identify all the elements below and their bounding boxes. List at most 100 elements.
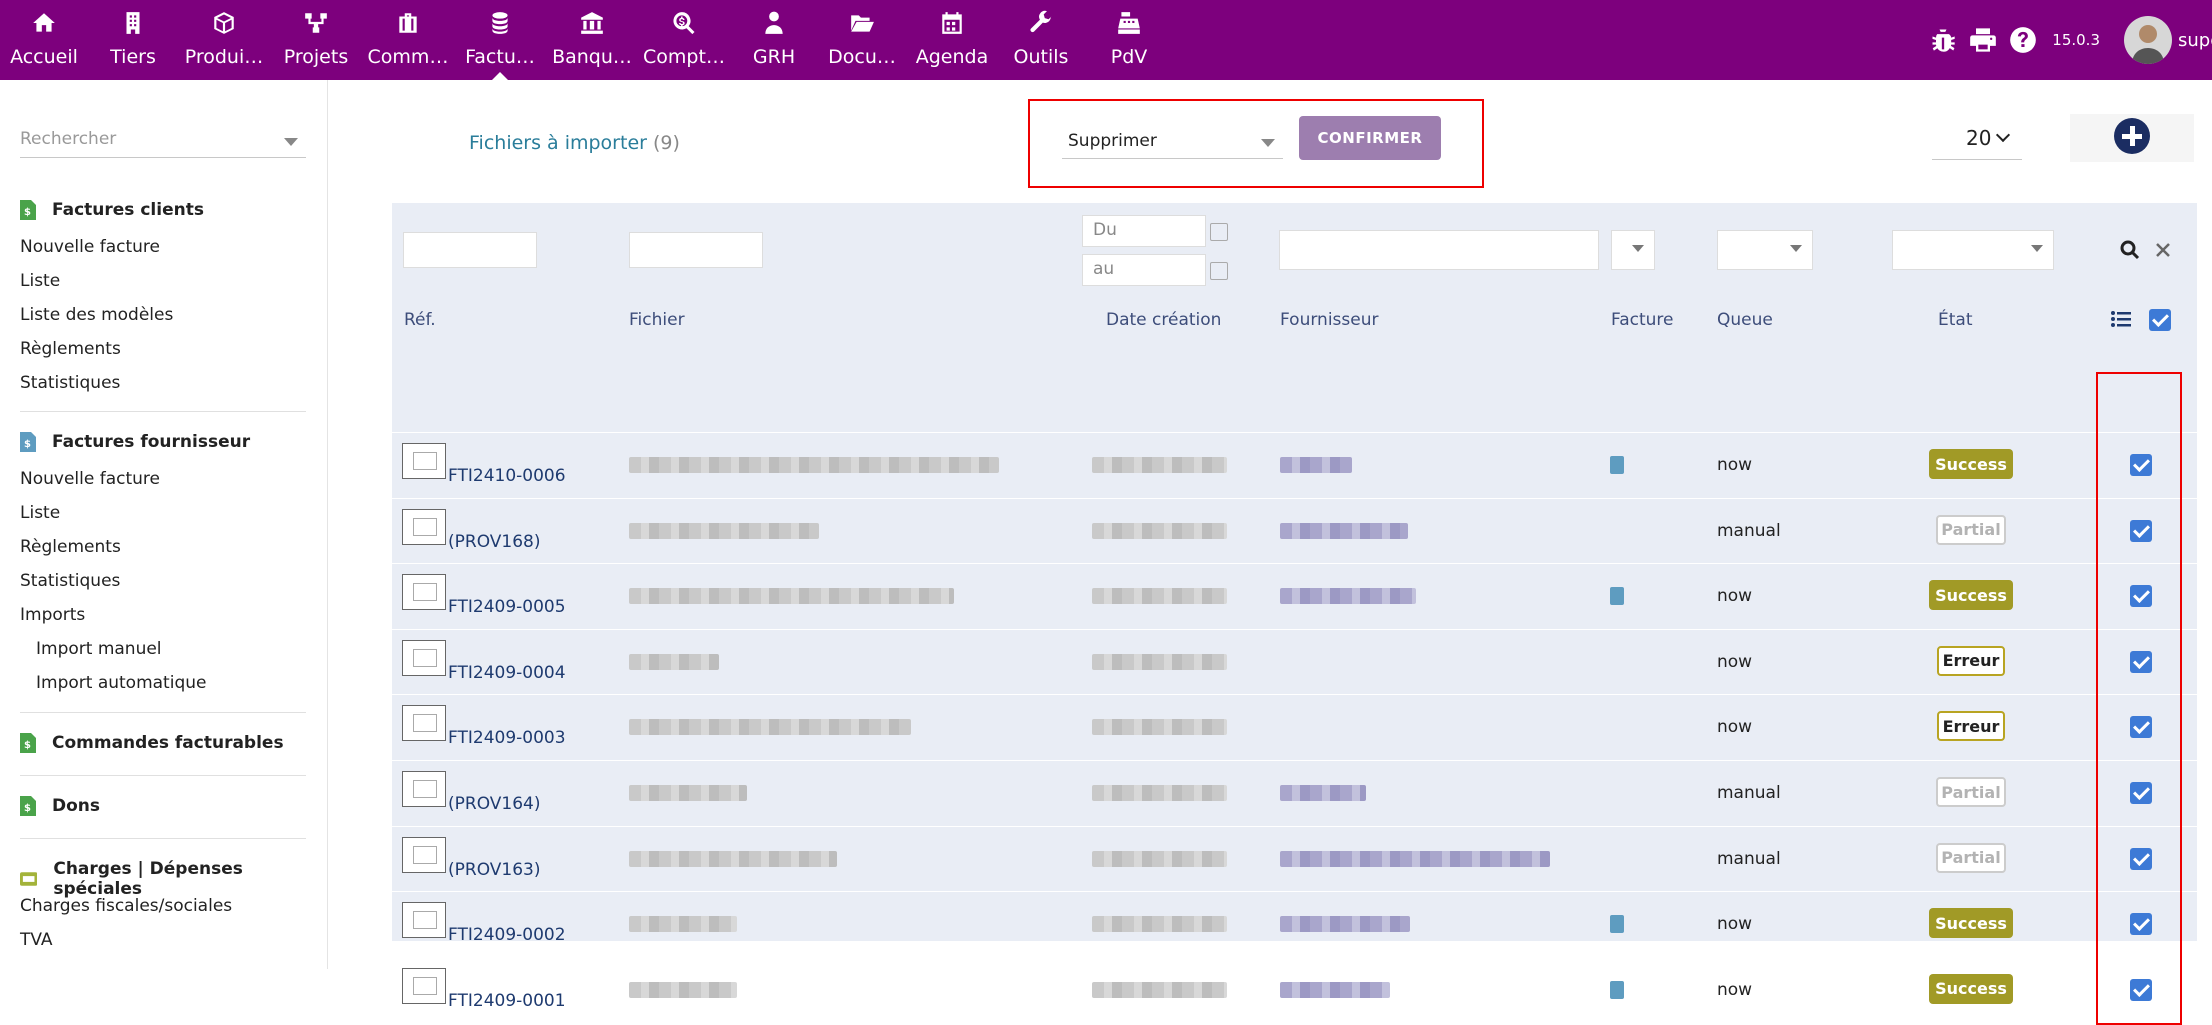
header-invoice[interactable]: Facture xyxy=(1611,310,1674,330)
close-icon[interactable] xyxy=(2156,243,2170,257)
header-state[interactable]: État xyxy=(1938,310,1973,330)
sidebar-item-liste-modeles[interactable]: Liste des modèles xyxy=(20,305,173,325)
sidebar-item-reglements-fournisseur[interactable]: Règlements xyxy=(20,537,121,557)
select-all-checkbox[interactable] xyxy=(2149,309,2171,331)
menu-item-banque[interactable]: Banqu… xyxy=(546,0,638,80)
header-file[interactable]: Fichier xyxy=(629,310,685,330)
menu-item-compta[interactable]: Compt… xyxy=(638,0,730,80)
invoice-icon[interactable] xyxy=(1610,980,1624,999)
document-thumbnail[interactable] xyxy=(402,902,446,939)
document-thumbnail[interactable] xyxy=(402,771,446,807)
filter-ref-input[interactable] xyxy=(403,232,537,268)
document-thumbnail[interactable] xyxy=(402,443,446,479)
table-row: FTI2409-0004 now Erreur xyxy=(392,628,2197,693)
status-badge: Partial xyxy=(1936,514,2006,545)
menu-label: Factu… xyxy=(465,46,535,68)
list-icon[interactable] xyxy=(2111,310,2131,328)
document-thumbnail[interactable] xyxy=(402,508,446,545)
sidebar-item-statistiques-fournisseur[interactable]: Statistiques xyxy=(20,571,120,591)
date-blurred xyxy=(1092,653,1227,670)
row-ref-link[interactable]: FTI2409-0002 xyxy=(448,925,566,945)
mass-action-select[interactable]: Supprimer xyxy=(1062,127,1283,159)
row-ref-link[interactable]: FTI2409-0001 xyxy=(448,991,566,1011)
row-ref-link[interactable]: FTI2409-0005 xyxy=(448,597,566,617)
sidebar-section-factures-clients[interactable]: $ Factures clients xyxy=(20,200,204,220)
row-ref-link[interactable]: FTI2410-0006 xyxy=(448,466,566,486)
sidebar-item-imports[interactable]: Imports xyxy=(20,605,85,625)
menu-item-tiers[interactable]: Tiers xyxy=(88,0,178,80)
filter-supplier-input[interactable] xyxy=(1279,230,1599,270)
header-queue[interactable]: Queue xyxy=(1717,310,1773,330)
date-blurred xyxy=(1092,457,1227,473)
row-ref-link[interactable]: (PROV164) xyxy=(448,794,541,814)
avatar[interactable] xyxy=(2124,16,2172,64)
bug-icon[interactable] xyxy=(1928,25,1958,55)
row-queue: manual xyxy=(1717,848,1781,869)
header-supplier[interactable]: Fournisseur xyxy=(1280,310,1378,330)
row-ref-link[interactable]: FTI2409-0003 xyxy=(448,728,566,748)
menu-item-documents[interactable]: Docu… xyxy=(818,0,906,80)
menu-item-grh[interactable]: GRH xyxy=(730,0,818,80)
header-ref[interactable]: Réf. xyxy=(404,310,436,330)
row-ref-link[interactable]: (PROV168) xyxy=(448,532,541,552)
help-icon[interactable] xyxy=(2008,25,2038,55)
menu-item-projets[interactable]: Projets xyxy=(270,0,362,80)
filter-date-from-input[interactable]: Du xyxy=(1082,215,1206,247)
document-thumbnail[interactable] xyxy=(402,639,446,676)
invoice-icon[interactable] xyxy=(1610,587,1624,606)
filter-state-select[interactable] xyxy=(1892,230,2054,270)
document-thumbnail[interactable] xyxy=(402,705,446,742)
username[interactable]: supe xyxy=(2178,30,2212,51)
document-thumbnail[interactable] xyxy=(402,836,446,873)
document-thumbnail[interactable] xyxy=(402,574,446,611)
invoice-icon[interactable] xyxy=(1610,915,1624,934)
search-icon[interactable] xyxy=(2120,240,2140,260)
filter-invoice-select[interactable] xyxy=(1611,230,1655,270)
menu-item-accueil[interactable]: Accueil xyxy=(0,0,88,80)
add-icon[interactable] xyxy=(2114,118,2150,154)
menu-item-factures[interactable]: Factu… xyxy=(454,0,546,80)
search-placeholder: Rechercher xyxy=(20,129,117,149)
menu-item-outils[interactable]: Outils xyxy=(998,0,1084,80)
sidebar-item-liste-clients[interactable]: Liste xyxy=(20,271,60,291)
document-thumbnail[interactable] xyxy=(402,967,446,1004)
sidebar-section-title: Commandes facturables xyxy=(52,733,284,753)
sidebar-item-statistiques-clients[interactable]: Statistiques xyxy=(20,373,120,393)
sidebar-item-charges-fiscales[interactable]: Charges fiscales/sociales xyxy=(20,896,232,916)
sidebar-section-commandes-facturables[interactable]: $ Commandes facturables xyxy=(20,733,284,753)
header-date[interactable]: Date création xyxy=(1106,310,1221,330)
page-limit-select[interactable]: 20 xyxy=(1932,122,2022,160)
search-input[interactable]: Rechercher xyxy=(20,124,306,158)
row-ref-link[interactable]: (PROV163) xyxy=(448,860,541,880)
filter-file-input[interactable] xyxy=(629,232,763,268)
confirm-button[interactable]: CONFIRMER xyxy=(1299,116,1441,160)
invoice-icon[interactable] xyxy=(1610,456,1624,474)
sidebar-item-import-automatique[interactable]: Import automatique xyxy=(36,673,206,693)
calendar-icon[interactable] xyxy=(1210,262,1228,280)
print-icon[interactable] xyxy=(1968,25,1998,55)
filter-date-to-input[interactable]: au xyxy=(1082,254,1206,286)
sidebar-item-import-manuel[interactable]: Import manuel xyxy=(36,639,162,659)
sidebar-item-nouvelle-facture-fournisseur[interactable]: Nouvelle facture xyxy=(20,469,160,489)
row-ref-link[interactable]: FTI2409-0004 xyxy=(448,663,566,683)
filter-queue-select[interactable] xyxy=(1717,230,1813,270)
sidebar-item-reglements-clients[interactable]: Règlements xyxy=(20,339,121,359)
date-blurred xyxy=(1092,850,1227,867)
menu-item-pdv[interactable]: PdV xyxy=(1084,0,1174,80)
sidebar-item-nouvelle-facture-client[interactable]: Nouvelle facture xyxy=(20,237,160,257)
page-title-text: Fichiers à importer xyxy=(469,132,647,154)
sidebar-section-charges[interactable]: Charges | Dépenses spéciales xyxy=(20,859,327,899)
sidebar-item-tva[interactable]: TVA xyxy=(20,930,53,950)
sidebar-item-liste-fournisseur[interactable]: Liste xyxy=(20,503,60,523)
chevron-down-icon xyxy=(2031,245,2043,252)
row-queue: now xyxy=(1717,914,1753,935)
row-queue: now xyxy=(1717,586,1753,607)
menu-item-produits[interactable]: Produi… xyxy=(178,0,270,80)
sidebar-section-factures-fournisseur[interactable]: $ Factures fournisseur xyxy=(20,432,250,452)
home-icon xyxy=(33,13,55,32)
svg-text:$: $ xyxy=(24,803,31,814)
sidebar-section-dons[interactable]: $ Dons xyxy=(20,796,100,816)
calendar-icon[interactable] xyxy=(1210,223,1228,241)
menu-item-agenda[interactable]: Agenda xyxy=(906,0,998,80)
menu-item-commerce[interactable]: Comm… xyxy=(362,0,454,80)
